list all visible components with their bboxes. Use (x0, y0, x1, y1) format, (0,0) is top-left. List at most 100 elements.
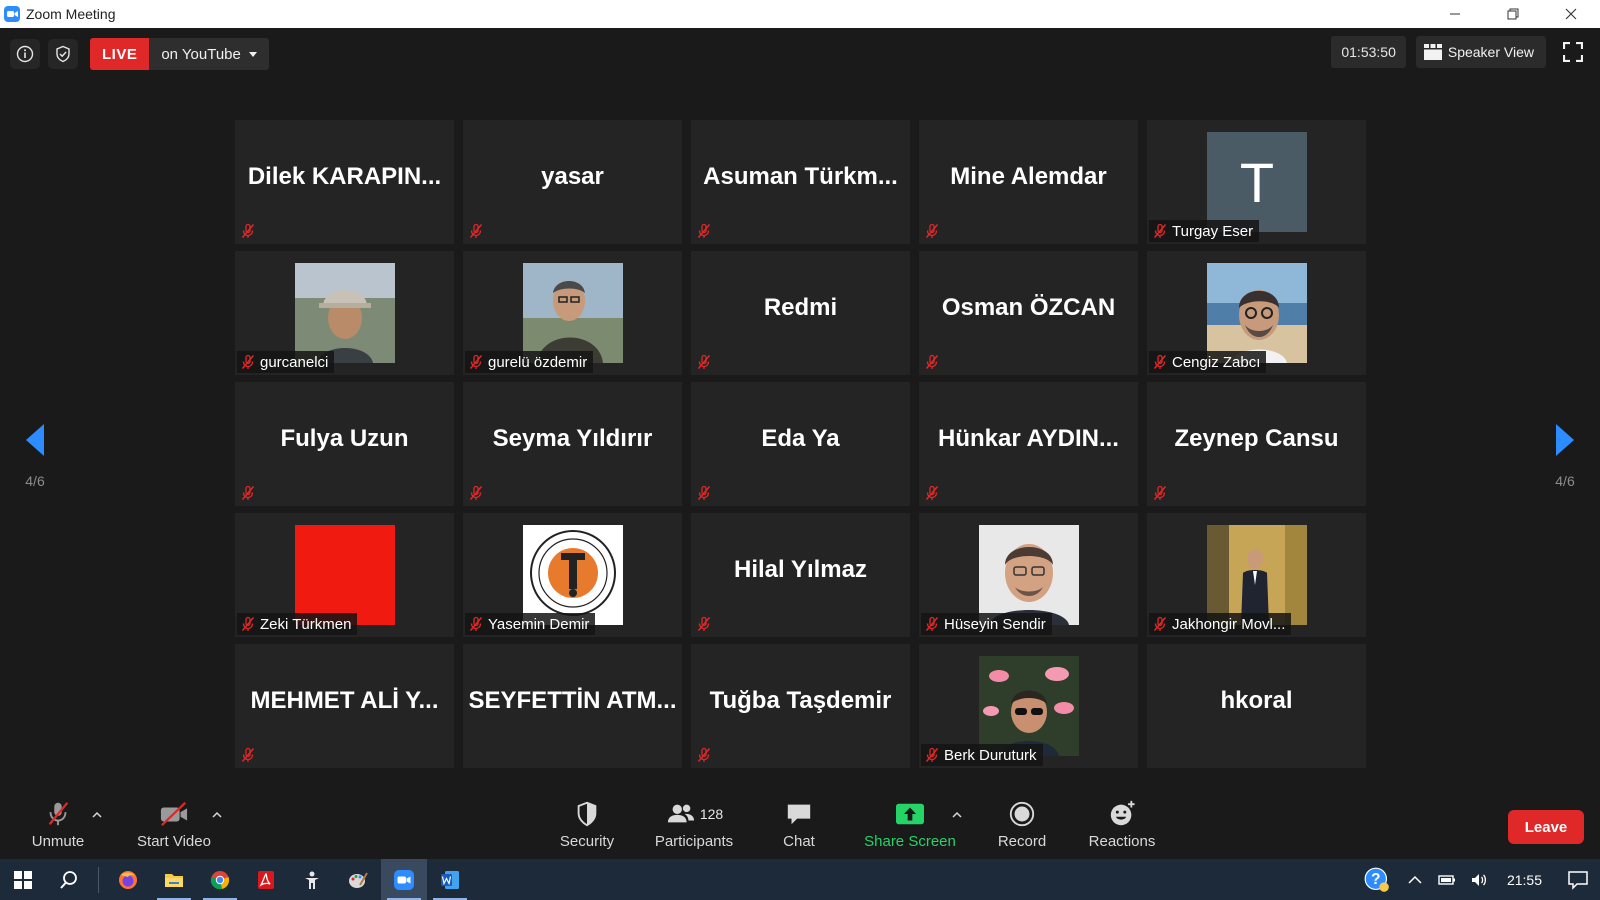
participant-tile[interactable]: Hilal Yılmaz (691, 513, 910, 637)
participant-name-tag: Cengiz Zabcı (1149, 351, 1267, 373)
next-page-control[interactable]: 4/6 (1530, 423, 1600, 489)
avatar-letter: T (1239, 151, 1273, 214)
participant-mute-indicator (237, 744, 262, 766)
page-indicator-right: 4/6 (1555, 473, 1575, 489)
window-controls (1426, 0, 1600, 28)
share-options-caret[interactable] (950, 808, 964, 820)
participants-button[interactable]: 128 Participants (648, 790, 740, 859)
participant-tile[interactable]: Fulya Uzun (235, 382, 454, 506)
participant-name-tag: Hüseyin Sendir (921, 613, 1052, 635)
start-video-label: Start Video (137, 833, 211, 850)
participant-tile[interactable]: yasar (463, 120, 682, 244)
arrow-right-icon[interactable] (1554, 423, 1576, 457)
taskbar-firefox[interactable] (105, 859, 151, 900)
start-video-button[interactable]: Start Video (126, 790, 222, 859)
participant-tile[interactable]: Hüseyin Sendir (919, 513, 1138, 637)
security-label: Security (559, 833, 615, 850)
participant-tile[interactable]: Asuman Türkm... (691, 120, 910, 244)
chevron-up-icon (1408, 875, 1422, 884)
leave-button[interactable]: Leave (1508, 810, 1584, 844)
live-target-dropdown[interactable]: on YouTube (149, 38, 269, 70)
restore-button[interactable] (1484, 0, 1542, 28)
participant-mute-indicator (921, 351, 946, 373)
participant-display-name: hkoral (1220, 687, 1293, 714)
participant-tile[interactable]: Mine Alemdar (919, 120, 1138, 244)
mic-muted-icon (1153, 485, 1167, 500)
chevron-up-icon (212, 811, 222, 818)
participant-tile[interactable]: Cengiz Zabcı (1147, 251, 1366, 375)
chat-button[interactable]: Chat (776, 790, 822, 859)
previous-page-control[interactable]: 4/6 (0, 423, 70, 489)
taskbar-file-explorer[interactable] (151, 859, 197, 900)
participant-display-name: MEHMET ALİ Y... (250, 687, 439, 714)
mic-muted-icon (697, 747, 711, 762)
video-options-caret[interactable] (210, 808, 224, 820)
participant-name-tag: Yasemin Demir (465, 613, 596, 635)
participant-tile[interactable]: T Turgay Eser (1147, 120, 1366, 244)
encryption-shield-button[interactable] (48, 39, 78, 69)
security-button[interactable]: Security (550, 790, 624, 859)
participant-tile[interactable]: Redmi (691, 251, 910, 375)
taskbar-acrobat[interactable] (243, 859, 289, 900)
taskbar-paint[interactable] (335, 859, 381, 900)
participant-name: Cengiz Zabcı (1172, 353, 1261, 371)
participant-display-name: Mine Alemdar (950, 163, 1107, 190)
participant-tile[interactable]: Jakhongir Movl... (1147, 513, 1366, 637)
taskbar-search-button[interactable] (46, 859, 92, 900)
participant-avatar (522, 525, 623, 625)
tray-battery[interactable] (1433, 859, 1461, 900)
participant-tile[interactable]: hkoral (1147, 644, 1366, 768)
participant-tile[interactable]: Yasemin Demir (463, 513, 682, 637)
participant-tile[interactable]: Seyma Yıldırır (463, 382, 682, 506)
participant-tile[interactable]: gurelü özdemir (463, 251, 682, 375)
mic-muted-icon (241, 485, 255, 500)
live-stream-indicator[interactable]: LIVE on YouTube (90, 38, 269, 70)
participant-tile[interactable]: Zeynep Cansu (1147, 382, 1366, 506)
paint-icon (349, 871, 368, 888)
start-button[interactable] (0, 859, 46, 900)
participant-tile[interactable]: SEYFETTİN ATM... (463, 644, 682, 768)
participant-mute-indicator (237, 220, 262, 242)
participant-tile[interactable]: Hünkar AYDIN... (919, 382, 1138, 506)
record-button[interactable]: Record (990, 790, 1054, 859)
minimize-button[interactable] (1426, 0, 1484, 28)
audio-options-caret[interactable] (90, 808, 104, 820)
participant-tile[interactable]: Osman ÖZCAN (919, 251, 1138, 375)
reactions-button[interactable]: Reactions (1086, 790, 1158, 859)
share-screen-button[interactable]: Share Screen (862, 790, 958, 859)
taskbar-chrome[interactable] (197, 859, 243, 900)
close-button[interactable] (1542, 0, 1600, 28)
participant-tile[interactable]: Tuğba Taşdemir (691, 644, 910, 768)
taskbar-clock[interactable]: 21:55 (1497, 872, 1552, 888)
speaker-view-button[interactable]: Speaker View (1415, 36, 1546, 68)
mic-muted-icon (925, 485, 939, 500)
participant-tile[interactable]: Dilek KARAPIN... (235, 120, 454, 244)
action-center-button[interactable] (1556, 859, 1600, 900)
mic-muted-icon (925, 223, 939, 238)
participant-tile[interactable]: Berk Duruturk (919, 644, 1138, 768)
participant-avatar (294, 263, 395, 363)
unmute-button[interactable]: Unmute (22, 790, 94, 859)
participant-tile[interactable]: Zeki Türkmen (235, 513, 454, 637)
meeting-info-button[interactable] (10, 39, 40, 69)
taskbar-word[interactable] (427, 859, 473, 900)
participant-mute-indicator (921, 220, 946, 242)
participant-tile[interactable]: gurcanelci (235, 251, 454, 375)
security-shield-icon (577, 801, 597, 827)
arrow-left-icon[interactable] (24, 423, 46, 457)
meeting-top-left-controls: LIVE on YouTube (10, 38, 269, 70)
participant-tile[interactable]: MEHMET ALİ Y... (235, 644, 454, 768)
tray-volume[interactable] (1465, 859, 1493, 900)
tray-overflow[interactable] (1401, 859, 1429, 900)
mic-muted-icon (469, 354, 483, 369)
mic-muted-icon (925, 354, 939, 369)
taskbar-separator (98, 866, 99, 893)
fullscreen-button[interactable] (1556, 36, 1590, 68)
tray-help[interactable]: ? (1357, 859, 1397, 900)
taskbar-zoom[interactable] (381, 859, 427, 900)
participant-tile[interactable]: Eda Ya (691, 382, 910, 506)
zoom-app-icon (4, 6, 20, 22)
taskbar-app[interactable] (289, 859, 335, 900)
acrobat-icon (258, 870, 274, 889)
participant-mute-indicator (693, 482, 718, 504)
